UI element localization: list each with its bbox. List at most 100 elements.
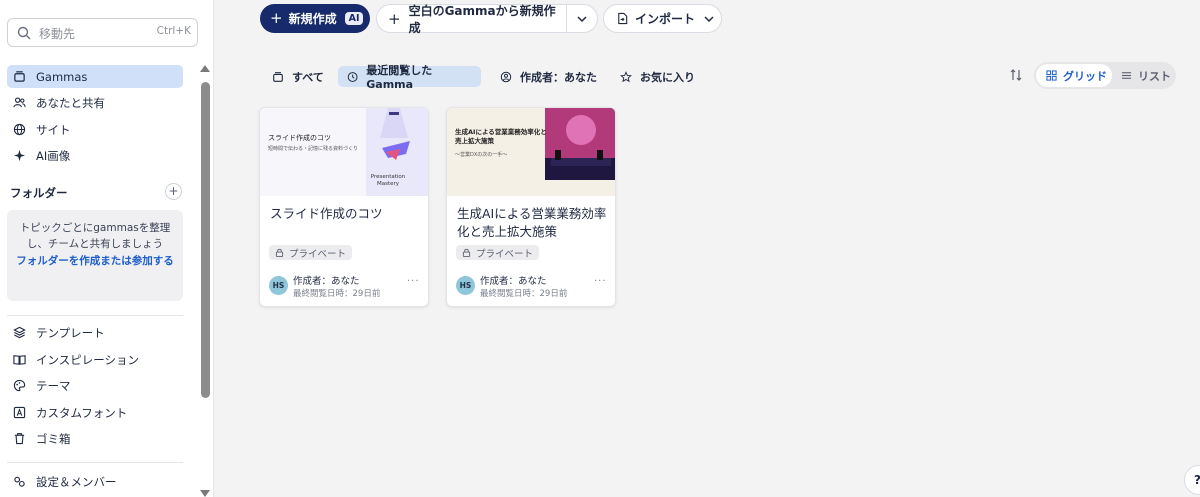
card-thumbnail: スライド作成のコツ 短時間で伝わる・記憶に残る資料づくり Presentatio… xyxy=(260,108,428,196)
shortcut-hint: Ctrl+K xyxy=(156,25,191,37)
card-last-viewed: 最終閲覧日時：29日前 xyxy=(293,289,381,299)
list-icon xyxy=(1121,72,1132,79)
sidebar-item-ai-images[interactable]: AI画像 xyxy=(7,144,183,167)
list-view-label: リスト xyxy=(1138,69,1171,83)
palette-icon xyxy=(13,379,26,392)
scroll-thumb[interactable] xyxy=(201,82,210,398)
sidebar-item-label: 設定＆メンバー xyxy=(36,474,117,489)
avatar: HS xyxy=(269,276,288,295)
thumb-subtitle: 短時間で伝わる・記憶に残る資料づくり xyxy=(268,146,359,152)
sidebar-divider xyxy=(7,462,183,463)
folders-empty-state: トピックごとにgammasを整理し、チームと共有しましょう フォルダーを作成また… xyxy=(7,210,183,301)
thumb-title: スライド作成のコツ xyxy=(268,134,331,142)
tab-label: 作成者：あなた xyxy=(520,70,597,84)
view-toggle: グリッド リスト xyxy=(1034,62,1176,89)
privacy-label: プライベート xyxy=(289,248,347,260)
add-folder-button[interactable]: + xyxy=(165,183,182,200)
grid-view-button[interactable]: グリッド xyxy=(1036,64,1112,87)
stack-icon xyxy=(273,71,283,82)
tab-label: お気に入り xyxy=(640,70,695,84)
lock-icon xyxy=(275,248,284,257)
more-options-icon[interactable]: ··· xyxy=(407,276,420,287)
plus-icon: + xyxy=(270,9,283,27)
plus-icon: + xyxy=(388,9,401,28)
sidebar-item-shared[interactable]: あなたと共有 xyxy=(7,91,183,114)
file-import-icon xyxy=(618,12,628,25)
sidebar-item-label: あなたと共有 xyxy=(36,95,105,110)
sidebar-item-custom-fonts[interactable]: カスタムフォント xyxy=(7,401,183,424)
tab-favorites[interactable]: お気に入り xyxy=(611,66,704,87)
sort-icon[interactable] xyxy=(1009,68,1023,82)
privacy-badge: プライベート xyxy=(269,245,353,260)
trash-icon xyxy=(13,432,26,445)
thumb-brand: Presentation Mastery xyxy=(370,174,406,187)
new-create-button[interactable]: + 新規作成 AI xyxy=(260,4,370,33)
create-folder-link[interactable]: フォルダーを作成または参加する xyxy=(13,253,177,269)
scroll-up-arrow-icon[interactable] xyxy=(200,65,210,72)
tab-label: 最近閲覧したGamma xyxy=(366,64,433,91)
new-create-label: 新規作成 xyxy=(288,12,337,26)
folders-heading: フォルダー xyxy=(10,186,68,200)
sidebar-item-sites[interactable]: サイト xyxy=(7,118,183,141)
sidebar-item-trash[interactable]: ゴミ箱 xyxy=(7,427,183,450)
sidebar-item-label: Gammas xyxy=(36,69,88,84)
import-button[interactable]: インポート xyxy=(603,4,722,33)
folders-empty-text: トピックごとにgammasを整理し、チームと共有しましょう xyxy=(19,222,171,250)
sidebar-item-label: ゴミ箱 xyxy=(36,431,71,446)
blank-gamma-button-group: + 空白のGammaから新規作成 xyxy=(376,4,598,35)
sidebar-item-label: テーマ xyxy=(36,378,71,393)
sidebar-item-themes[interactable]: テーマ xyxy=(7,374,183,397)
blank-gamma-dropdown[interactable] xyxy=(567,13,597,25)
gamma-card[interactable]: 生成AIによる営業業務効率化と売上拡大施策 〜営業DXの次の一手〜 生成AIによ… xyxy=(446,107,616,307)
lock-icon xyxy=(462,248,471,257)
tab-recently-viewed[interactable]: 最近閲覧したGamma xyxy=(338,64,481,91)
sidebar-item-templates[interactable]: テンプレート xyxy=(7,321,183,344)
blank-gamma-button[interactable]: + 空白のGammaから新規作成 xyxy=(377,4,567,35)
gamma-card[interactable]: スライド作成のコツ 短時間で伝わる・記憶に残る資料づくり Presentatio… xyxy=(259,107,429,307)
ai-badge: AI xyxy=(344,12,364,25)
sidebar-divider xyxy=(7,315,183,316)
stack-icon xyxy=(13,70,26,83)
tab-all[interactable]: すべて xyxy=(263,66,333,87)
scroll-down-arrow-icon[interactable] xyxy=(200,490,210,497)
thumb-subtitle: 〜営業DXの次の一手〜 xyxy=(455,152,508,158)
star-icon xyxy=(620,70,632,82)
book-icon xyxy=(13,353,26,366)
sidebar-item-label: カスタムフォント xyxy=(36,405,128,420)
settings-icon xyxy=(13,475,26,488)
sidebar: 移動先 Ctrl+K Gammas あなたと共有 サイト AI画像 フォルダー … xyxy=(0,0,214,497)
search-placeholder: 移動先 xyxy=(39,27,76,41)
sidebar-item-inspiration[interactable]: インスピレーション xyxy=(7,348,183,371)
search-icon xyxy=(16,25,32,41)
blank-gamma-label: 空白のGammaから新規作成 xyxy=(408,3,556,35)
help-button[interactable]: ? xyxy=(1184,465,1200,495)
avatar: HS xyxy=(456,276,475,295)
tab-created-by-you[interactable]: 作成者：あなた xyxy=(491,66,606,87)
chevron-down-icon xyxy=(577,15,587,22)
sparkle-icon xyxy=(13,149,26,162)
chevron-down-icon xyxy=(704,15,714,22)
thumb-title: 生成AIによる営業業務効率化と売上拡大施策 xyxy=(455,128,547,145)
font-icon xyxy=(13,406,26,419)
card-author: 作成者：あなた xyxy=(293,276,360,287)
sidebar-item-settings[interactable]: 設定＆メンバー xyxy=(7,470,183,493)
users-icon xyxy=(13,96,26,109)
globe-icon xyxy=(13,123,26,136)
card-last-viewed: 最終閲覧日時：29日前 xyxy=(480,289,568,299)
list-view-button[interactable]: リスト xyxy=(1118,64,1174,87)
grid-view-label: グリッド xyxy=(1063,69,1107,83)
tab-label: すべて xyxy=(292,70,324,84)
sidebar-item-label: インスピレーション xyxy=(36,352,140,367)
privacy-label: プライベート xyxy=(476,248,534,260)
import-label: インポート xyxy=(635,12,696,26)
sidebar-item-gammas[interactable]: Gammas xyxy=(7,65,183,88)
sidebar-item-label: サイト xyxy=(36,122,71,137)
layers-icon xyxy=(13,326,26,339)
user-circle-icon xyxy=(500,71,512,82)
search-input[interactable]: 移動先 Ctrl+K xyxy=(7,18,198,47)
privacy-badge: プライベート xyxy=(456,245,540,260)
clock-icon xyxy=(347,71,358,82)
card-title: スライド作成のコツ xyxy=(270,206,383,221)
more-options-icon[interactable]: ··· xyxy=(594,276,607,287)
card-author: 作成者：あなた xyxy=(480,276,547,287)
